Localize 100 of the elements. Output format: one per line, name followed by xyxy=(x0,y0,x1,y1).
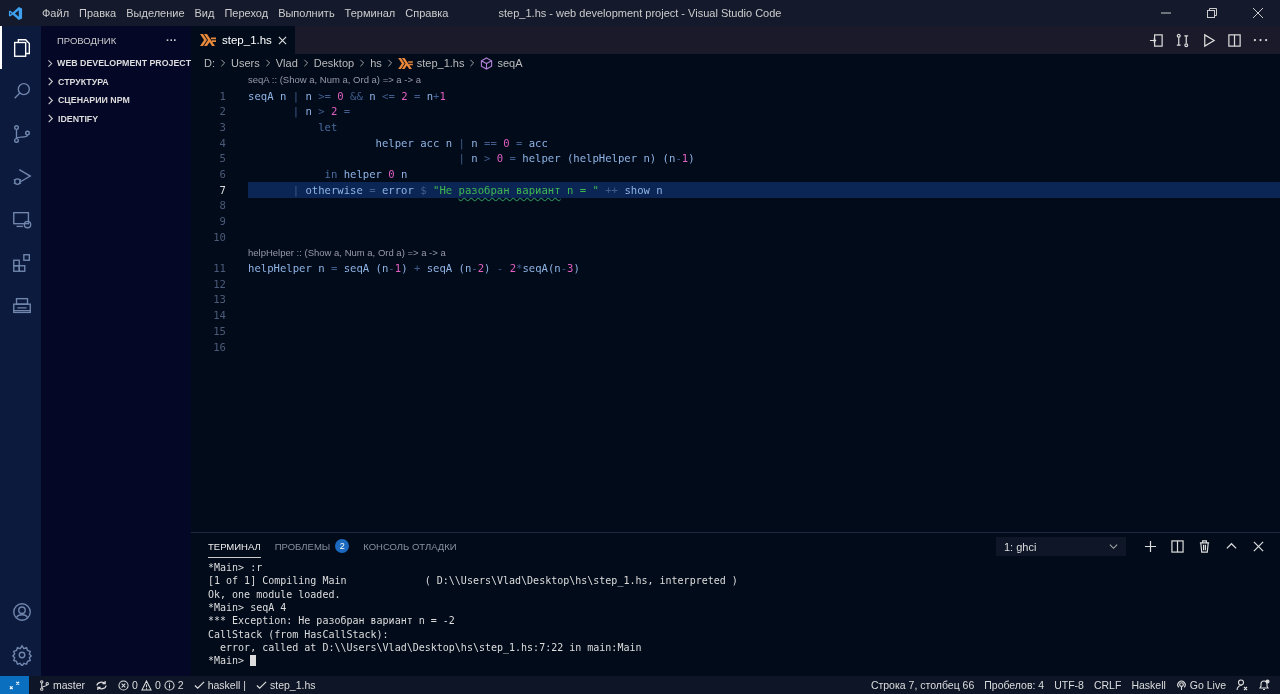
menu-item[interactable]: Выполнить xyxy=(273,7,340,19)
status-item[interactable]: UTF-8 xyxy=(1054,679,1084,691)
code-line: helpHelper n = seqA (n-1) + seqA (n-2) - 2*seqA(n-3) xyxy=(248,262,580,275)
line-number: 12 xyxy=(212,277,226,290)
split-terminal-icon[interactable] xyxy=(1171,540,1184,553)
branch-icon xyxy=(39,679,50,691)
feedback-icon[interactable] xyxy=(1236,679,1248,691)
check-status[interactable]: haskell | xyxy=(193,679,246,691)
caret-icon xyxy=(1109,542,1118,551)
section-label: WEB DEVELOPMENT PROJECT xyxy=(57,58,191,69)
code-line: | otherwise = error $ "Не разобран вариант n = " ++ show n xyxy=(291,183,663,196)
split-editor-icon[interactable] xyxy=(1227,32,1242,48)
section-label: СТРУКТУРА xyxy=(58,76,109,87)
section-label: СЦЕНАРИИ NPM xyxy=(58,95,130,106)
breadcrumb[interactable]: step_1.hs xyxy=(416,57,465,69)
chevron-icon xyxy=(263,59,272,67)
sidebar-section[interactable]: WEB DEVELOPMENT PROJECT xyxy=(41,54,191,73)
run-icon[interactable] xyxy=(1201,32,1216,48)
menu-item[interactable]: Справка xyxy=(400,7,454,19)
menu-item[interactable]: Терминал xyxy=(339,7,401,19)
close-icon[interactable] xyxy=(1252,7,1264,19)
window-title: step_1.hs - web development project - Visual Studio Code xyxy=(498,7,782,19)
breadcrumb[interactable]: Users xyxy=(231,57,260,69)
chevron-icon xyxy=(385,59,394,67)
chevron-icon xyxy=(358,59,367,67)
close-icon[interactable] xyxy=(1252,540,1265,553)
file-type-icon xyxy=(397,57,413,69)
breadcrumb[interactable]: D: xyxy=(204,57,215,69)
file-type-icon xyxy=(200,34,216,46)
panel-tab[interactable]: КОНСОЛЬ ОТЛАДКИ xyxy=(363,535,457,558)
sidebar-title: ПРОВОДНИК xyxy=(57,34,117,46)
warning-icon xyxy=(140,679,152,691)
terminal-line: *Main> seqA 4 xyxy=(208,602,287,614)
line-number: 16 xyxy=(212,340,226,353)
remote-button[interactable] xyxy=(0,676,29,694)
editor-tab[interactable]: step_1.hs xyxy=(191,26,295,54)
breadcrumb[interactable]: seqA xyxy=(497,57,523,69)
menu-item[interactable]: Правка xyxy=(74,7,122,19)
more-actions-button[interactable]: ··· xyxy=(166,34,177,46)
line-number: 3 xyxy=(218,120,226,133)
remote-icon xyxy=(9,679,20,691)
breadcrumb[interactable]: Vlad xyxy=(275,57,298,69)
chevron-icon xyxy=(468,59,477,67)
settings-icon[interactable] xyxy=(10,643,33,666)
line-number: 14 xyxy=(212,309,226,322)
menu-item[interactable]: Переход xyxy=(219,7,274,19)
panel-tab[interactable]: ПРОБЛЕМЫ 2 xyxy=(274,534,350,559)
go-live-button[interactable]: Go Live xyxy=(1175,679,1226,691)
line-number: 4 xyxy=(218,136,226,149)
line-number: 8 xyxy=(218,199,226,212)
code-lens[interactable]: seqA :: (Show a, Num a, Ord a) => a -> a xyxy=(248,74,421,86)
panel-tab[interactable]: ТЕРМИНАЛ xyxy=(208,535,261,558)
more-icon[interactable] xyxy=(1253,38,1268,42)
terminal-line: error, called at D:\\Users\Vlad\Desktop\hs\step_1.hs:7:22 in main:Main xyxy=(219,641,642,653)
extensions-icon[interactable] xyxy=(10,251,33,274)
check-icon xyxy=(193,679,205,691)
terminal-line: *Main> :r xyxy=(208,562,263,574)
line-number: 5 xyxy=(218,152,226,165)
sidebar-section[interactable]: IDENTIFY xyxy=(41,109,191,128)
sidebar-section[interactable]: СЦЕНАРИИ NPM xyxy=(41,91,191,110)
problems-status[interactable]: 0 0 2 xyxy=(118,679,184,691)
compare-icon[interactable] xyxy=(1175,32,1190,48)
sync-icon[interactable] xyxy=(95,679,109,691)
open-preview-icon[interactable] xyxy=(1149,32,1164,48)
cube-icon xyxy=(480,56,494,70)
error-icon xyxy=(118,679,130,691)
terminal-line: [1 of 1] Compiling Main ( D:\\Users\Vlad\Desktop\hs\step_1.hs, interpreted ) xyxy=(208,575,738,587)
close-icon[interactable] xyxy=(277,35,287,45)
bell-icon[interactable] xyxy=(1258,679,1270,691)
breadcrumb[interactable]: Desktop xyxy=(313,57,355,69)
breadcrumb[interactable]: hs xyxy=(370,57,382,69)
check-status[interactable]: step_1.hs xyxy=(255,679,316,691)
menu-item[interactable]: Выделение xyxy=(121,7,190,19)
check-icon xyxy=(255,679,267,691)
account-icon[interactable] xyxy=(10,600,33,623)
status-item[interactable]: Пробелов: 4 xyxy=(984,679,1045,691)
sidebar-section[interactable]: СТРУКТУРА xyxy=(41,72,191,91)
menu-item[interactable]: Вид xyxy=(189,7,220,19)
trash-icon[interactable] xyxy=(1198,540,1211,553)
add-icon[interactable] xyxy=(1144,540,1157,553)
restore-icon[interactable] xyxy=(1206,7,1218,19)
section-label: IDENTIFY xyxy=(58,113,99,124)
line-number: 7 xyxy=(218,183,226,196)
code-line: | n > 2 = xyxy=(291,105,351,118)
status-item[interactable]: Haskell xyxy=(1131,679,1166,691)
code-lens[interactable]: helpHelper :: (Show a, Num a, Ord a) => a -> a xyxy=(248,246,446,258)
line-number: 1 xyxy=(218,89,226,102)
broadcast-icon xyxy=(1175,679,1187,691)
status-item[interactable]: CRLF xyxy=(1093,679,1122,691)
terminal-line: CallStack (from HasCallStack): xyxy=(208,628,389,640)
app-logo-icon xyxy=(8,5,23,21)
terminal-dropdown[interactable]: 1: ghci xyxy=(996,537,1126,556)
menu-item[interactable]: Файл xyxy=(37,7,75,19)
terminal-line: Ok, one module loaded. xyxy=(208,588,341,600)
status-item[interactable]: Строка 7, столбец 66 xyxy=(870,679,975,691)
branch-status[interactable]: master xyxy=(39,679,86,691)
line-number: 13 xyxy=(212,293,226,306)
code-line: let xyxy=(317,120,338,133)
code-line: seqA n | n >= 0 && n <= 2 = n+1 xyxy=(248,89,446,102)
line-number: 2 xyxy=(218,105,226,118)
